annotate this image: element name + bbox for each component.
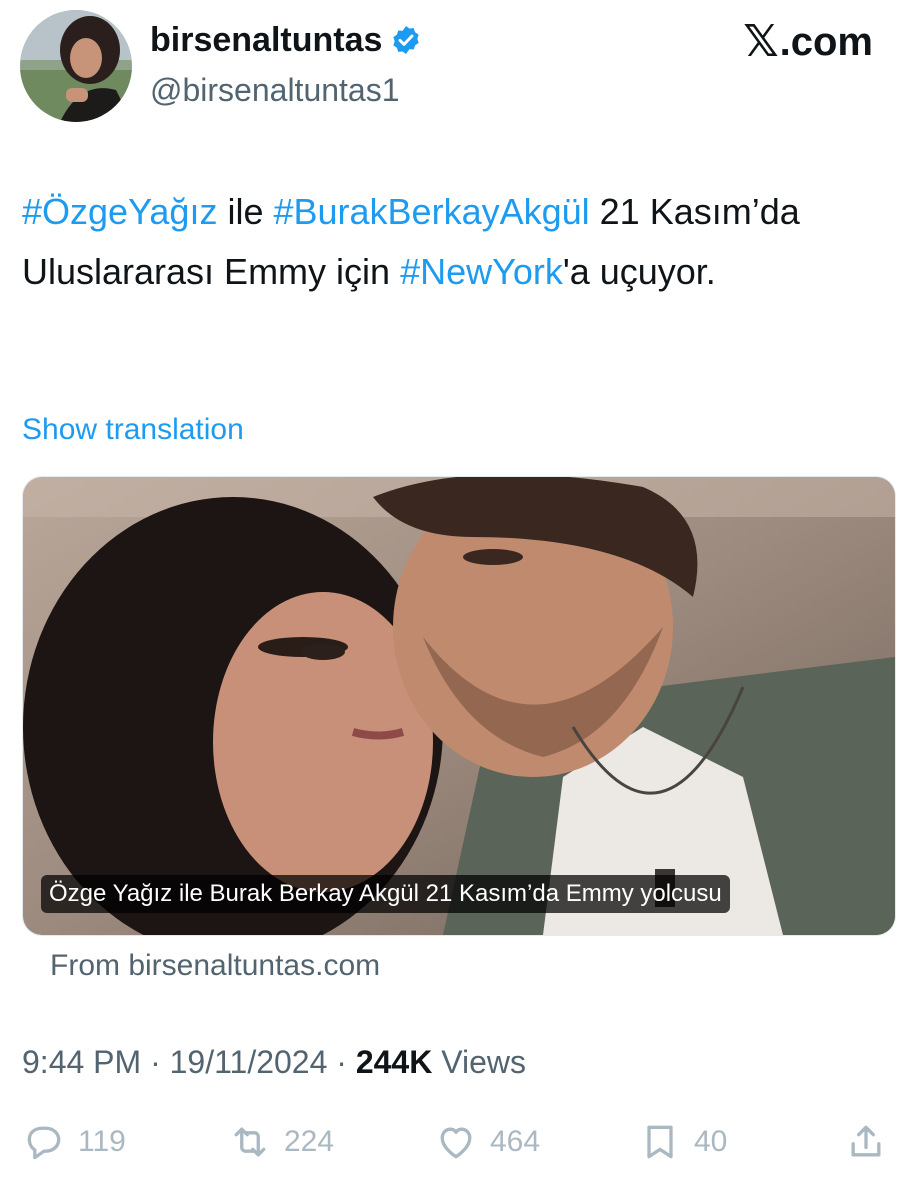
- repost-count: 224: [284, 1125, 335, 1158]
- user-handle[interactable]: @birsenaltuntas1: [150, 70, 400, 110]
- display-name[interactable]: birsenaltuntas: [150, 20, 382, 60]
- tweet-meta: 9:44 PM · 19/11/2024 · 244K Views: [22, 1040, 526, 1084]
- display-name-row[interactable]: birsenaltuntas: [150, 20, 422, 60]
- like-button[interactable]: 464: [434, 1112, 540, 1172]
- avatar[interactable]: [20, 10, 132, 122]
- bookmark-button[interactable]: 40: [638, 1112, 727, 1172]
- site-logo-text: .com: [779, 20, 873, 64]
- action-bar: 119 224 464 40: [22, 1112, 894, 1172]
- preview-photo: [23, 477, 895, 935]
- tweet-text-segment: ile: [217, 191, 274, 232]
- repost-button[interactable]: 224: [228, 1112, 334, 1172]
- tweet-date[interactable]: 19/11/2024: [170, 1044, 328, 1080]
- link-preview-card[interactable]: Özge Yağız ile Burak Berkay Akgül 21 Kas…: [22, 476, 896, 936]
- like-count: 464: [490, 1125, 541, 1158]
- meta-separator: ·: [336, 1044, 347, 1080]
- hashtag-link[interactable]: #ÖzgeYağız: [22, 191, 217, 232]
- bookmark-icon: [647, 1125, 673, 1159]
- reply-count: 119: [78, 1125, 126, 1158]
- views-count: 244K: [355, 1044, 433, 1080]
- tweet-text-segment: 'a uçuyor.: [562, 251, 716, 292]
- hashtag-link[interactable]: #BurakBerkayAkgül: [273, 191, 589, 232]
- views-label: Views: [441, 1044, 526, 1080]
- card-caption: Özge Yağız ile Burak Berkay Akgül 21 Kas…: [41, 875, 730, 913]
- reply-button[interactable]: 119: [22, 1112, 126, 1172]
- tweet-time[interactable]: 9:44 PM: [22, 1044, 141, 1080]
- bookmark-count: 40: [694, 1125, 728, 1158]
- site-logo: 𝕏 .com: [743, 17, 873, 66]
- tweet-text: #ÖzgeYağız ile #BurakBerkayAkgül 21 Kası…: [22, 182, 892, 302]
- reply-icon: [27, 1126, 61, 1160]
- card-source-link[interactable]: From birsenaltuntas.com: [50, 946, 380, 986]
- show-translation-link[interactable]: Show translation: [22, 410, 244, 450]
- verified-badge-icon: [390, 24, 422, 56]
- x-logo-icon: 𝕏: [743, 17, 779, 66]
- meta-separator: ·: [150, 1044, 161, 1080]
- hashtag-link[interactable]: #NewYork: [400, 251, 563, 292]
- share-icon: [851, 1125, 881, 1157]
- like-icon: [440, 1127, 472, 1159]
- repost-icon: [234, 1127, 266, 1157]
- share-button[interactable]: [844, 1112, 888, 1172]
